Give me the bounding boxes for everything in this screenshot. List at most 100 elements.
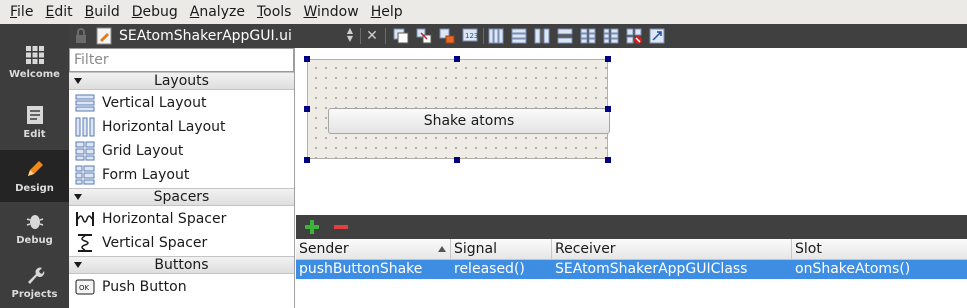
edit-tab-order-icon[interactable]: 123 bbox=[461, 27, 479, 45]
layout-vertical-icon[interactable] bbox=[510, 27, 528, 45]
widget-item-vertical-spacer[interactable]: Vertical Spacer bbox=[69, 231, 294, 255]
resize-handle[interactable] bbox=[454, 157, 460, 163]
column-header-label: Receiver bbox=[555, 241, 616, 257]
bug-icon bbox=[24, 210, 46, 232]
layout-horizontal-icon[interactable] bbox=[487, 27, 505, 45]
category-buttons[interactable]: Buttons bbox=[69, 256, 294, 274]
column-header-signal[interactable]: Signal bbox=[451, 239, 552, 260]
mode-debug-label: Debug bbox=[16, 235, 53, 246]
grid-layout-icon bbox=[74, 141, 96, 161]
resize-handle[interactable] bbox=[605, 56, 611, 62]
category-spacers[interactable]: Spacers bbox=[69, 188, 294, 206]
document-switcher-icon[interactable]: ▲ ▼ bbox=[344, 27, 356, 45]
widget-item-vertical-layout[interactable]: Vertical Layout bbox=[69, 91, 294, 115]
mode-welcome-label: Welcome bbox=[9, 69, 60, 80]
mode-projects-label: Projects bbox=[11, 289, 58, 300]
vertical-spacer-icon bbox=[74, 233, 96, 253]
mode-welcome[interactable]: Welcome bbox=[0, 36, 69, 88]
widget-item-label: Vertical Layout bbox=[102, 95, 207, 111]
edit-signals-slots-icon[interactable] bbox=[415, 27, 433, 45]
mode-edit[interactable]: Edit bbox=[0, 96, 69, 148]
cell-receiver[interactable]: SEAtomShakerAppGUIClass bbox=[552, 260, 747, 279]
column-header-receiver[interactable]: Receiver bbox=[552, 239, 792, 260]
signal-slot-toolbar bbox=[296, 215, 967, 239]
resize-handle[interactable] bbox=[304, 56, 310, 62]
layout-form-icon[interactable] bbox=[602, 27, 620, 45]
cell-slot[interactable]: onShakeAtoms() bbox=[792, 260, 910, 279]
category-layouts[interactable]: Layouts bbox=[69, 72, 294, 90]
sort-ascending-icon bbox=[438, 246, 446, 252]
widget-item-label: Push Button bbox=[102, 279, 187, 295]
widget-item-horizontal-spacer[interactable]: Horizontal Spacer bbox=[69, 207, 294, 231]
form-editor-canvas[interactable]: Shake atoms bbox=[296, 48, 967, 215]
menu-file[interactable]: File bbox=[4, 0, 39, 24]
menu-file-accel: F bbox=[10, 4, 18, 20]
wrench-icon bbox=[24, 264, 46, 286]
document-icon bbox=[24, 104, 46, 126]
menu-analyze-accel: A bbox=[189, 4, 200, 20]
remove-connection-icon[interactable] bbox=[332, 219, 350, 235]
resize-handle[interactable] bbox=[304, 106, 310, 112]
horizontal-spacer-icon bbox=[74, 209, 96, 229]
menu-window-accel: W bbox=[303, 4, 318, 20]
close-document-icon[interactable]: ✕ bbox=[365, 26, 379, 46]
cell-sender[interactable]: pushButtonShake bbox=[296, 260, 422, 279]
menu-build-accel: B bbox=[84, 4, 95, 20]
menu-debug-label: ebug bbox=[142, 4, 178, 20]
push-button-icon: OK bbox=[74, 277, 96, 297]
resize-handle[interactable] bbox=[605, 106, 611, 112]
menu-bar: File Edit Build Debug Analyze Tools Wind… bbox=[0, 0, 967, 24]
add-connection-icon[interactable] bbox=[303, 219, 321, 235]
edit-widgets-icon[interactable] bbox=[392, 27, 410, 45]
menu-build[interactable]: Build bbox=[79, 0, 126, 24]
menu-debug[interactable]: Debug bbox=[126, 0, 184, 24]
menu-tools[interactable]: Tools bbox=[251, 0, 298, 24]
widget-item-form-layout[interactable]: Form Layout bbox=[69, 163, 294, 187]
mode-design[interactable]: Design bbox=[0, 150, 69, 202]
widget-item-grid-layout[interactable]: Grid Layout bbox=[69, 139, 294, 163]
filter-input[interactable] bbox=[70, 49, 293, 71]
collapse-arrow-icon[interactable] bbox=[74, 262, 82, 268]
widget-item-label: Horizontal Spacer bbox=[102, 211, 227, 227]
column-header-slot[interactable]: Slot bbox=[792, 239, 967, 260]
layout-grid-icon[interactable] bbox=[579, 27, 597, 45]
menu-window[interactable]: Window bbox=[297, 0, 364, 24]
menu-edit-accel: E bbox=[45, 4, 55, 20]
collapse-arrow-icon[interactable] bbox=[74, 194, 82, 200]
filter-field[interactable] bbox=[69, 48, 294, 72]
widget-item-push-button[interactable]: OK Push Button bbox=[69, 275, 294, 299]
layout-horizontal-splitter-icon[interactable] bbox=[533, 27, 551, 45]
resize-handle[interactable] bbox=[454, 56, 460, 62]
grid-icon bbox=[24, 44, 46, 66]
menu-analyze[interactable]: Analyze bbox=[184, 0, 251, 24]
menu-file-label: ile bbox=[17, 4, 34, 20]
svg-text:123: 123 bbox=[465, 32, 478, 40]
mode-design-label: Design bbox=[15, 183, 54, 194]
mode-selector: Welcome Edit Design Debug Projects bbox=[0, 24, 69, 308]
shake-atoms-button[interactable]: Shake atoms bbox=[328, 108, 610, 134]
menu-analyze-label: nalyze bbox=[199, 4, 245, 20]
menu-edit[interactable]: Edit bbox=[39, 0, 78, 24]
widget-item-label: Horizontal Layout bbox=[102, 119, 226, 135]
column-header-sender[interactable]: Sender bbox=[296, 239, 451, 260]
break-layout-icon[interactable] bbox=[625, 27, 643, 45]
mode-projects[interactable]: Projects bbox=[0, 256, 69, 308]
cell-signal[interactable]: released() bbox=[451, 260, 525, 279]
widget-item-horizontal-layout[interactable]: Horizontal Layout bbox=[69, 115, 294, 139]
resize-handle[interactable] bbox=[304, 157, 310, 163]
mode-debug[interactable]: Debug bbox=[0, 202, 69, 254]
document-title[interactable]: SEAtomShakerAppGUI.ui bbox=[119, 26, 292, 46]
category-title: Spacers bbox=[153, 189, 210, 205]
menu-help-label: elp bbox=[381, 4, 403, 20]
widget-item-label: Grid Layout bbox=[102, 143, 184, 159]
layout-vertical-splitter-icon[interactable] bbox=[556, 27, 574, 45]
adjust-size-icon[interactable] bbox=[648, 27, 666, 45]
edit-buddies-icon[interactable] bbox=[438, 27, 456, 45]
menu-help[interactable]: Help bbox=[365, 0, 409, 24]
form-window[interactable]: Shake atoms bbox=[307, 59, 610, 159]
resize-handle[interactable] bbox=[605, 157, 611, 163]
collapse-arrow-icon[interactable] bbox=[74, 78, 82, 84]
category-title: Layouts bbox=[154, 73, 209, 89]
table-row[interactable]: pushButtonShake released() SEAtomShakerA… bbox=[296, 260, 967, 279]
lock-icon[interactable] bbox=[74, 28, 88, 44]
